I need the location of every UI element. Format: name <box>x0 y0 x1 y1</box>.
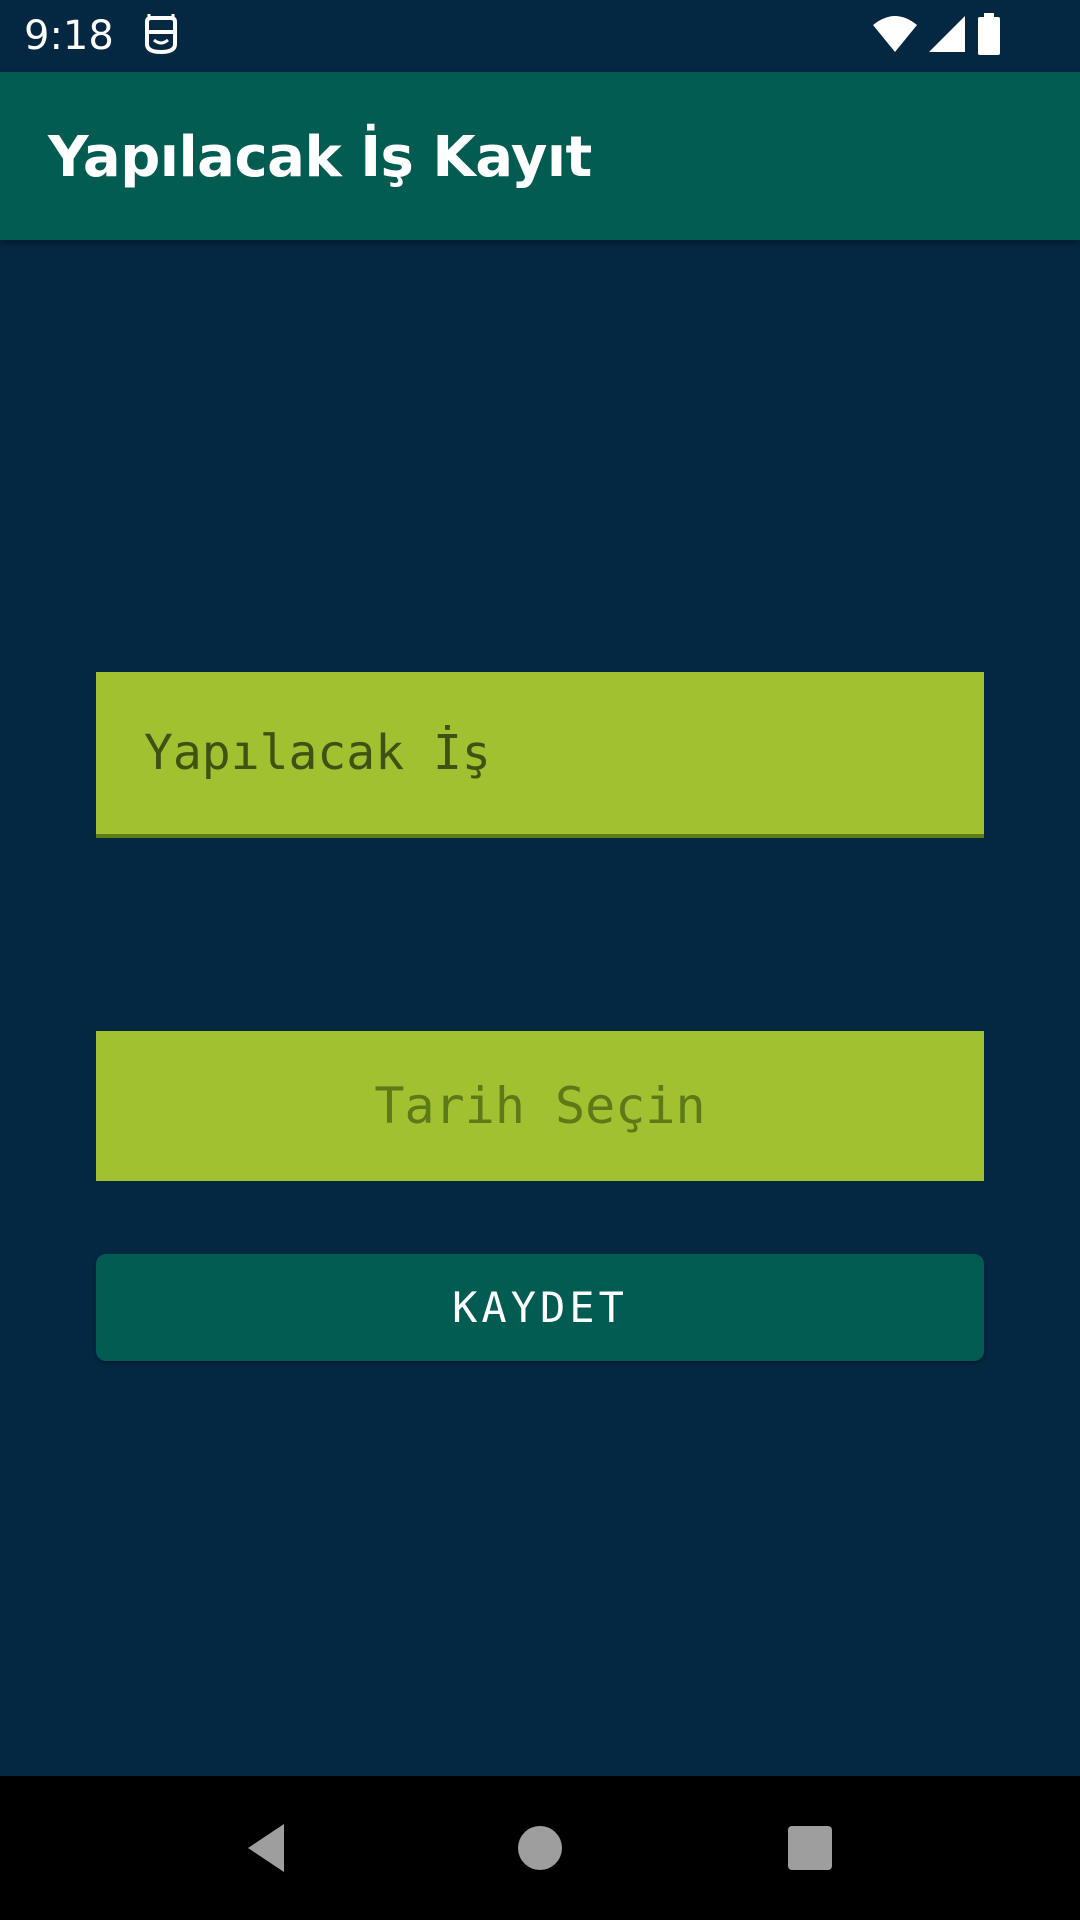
wifi-icon <box>872 15 918 58</box>
status-bar: 9:18 <box>0 0 1080 72</box>
home-circle-icon <box>518 1826 562 1870</box>
cell-signal-icon <box>928 15 966 58</box>
recents-button[interactable] <box>762 1800 858 1896</box>
task-input[interactable] <box>96 672 984 834</box>
screen: 9:18 Yapılacak İş Kayıt Yapılacak İş Tar… <box>0 0 1080 1920</box>
save-button[interactable]: KAYDET <box>96 1254 984 1361</box>
robot-notification-icon <box>144 14 178 56</box>
status-icons <box>872 12 1002 60</box>
navigation-bar <box>0 1776 1080 1920</box>
recents-square-icon <box>788 1826 832 1870</box>
app-bar: Yapılacak İş Kayıt <box>0 72 1080 240</box>
status-time: 9:18 <box>24 13 114 59</box>
battery-icon <box>976 12 1002 60</box>
date-picker-button[interactable]: Tarih Seçin <box>96 1031 984 1181</box>
back-button[interactable] <box>220 1800 316 1896</box>
home-button[interactable] <box>492 1800 588 1896</box>
task-input-field[interactable] <box>96 672 984 838</box>
page-title: Yapılacak İş Kayıt <box>48 125 592 190</box>
back-triangle-icon <box>248 1824 284 1872</box>
